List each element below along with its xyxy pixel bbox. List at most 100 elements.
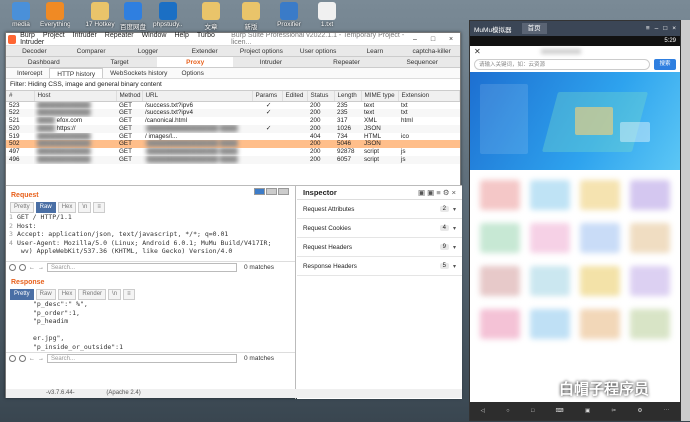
editor-mode-button[interactable]: \n — [78, 202, 92, 213]
desktop-icon[interactable]: Proxifier — [274, 2, 304, 28]
editor-mode-button[interactable]: ≡ — [93, 202, 105, 213]
tab-intruder[interactable]: Intruder — [233, 57, 309, 67]
inspector-row[interactable]: Request Cookies 4 ▾ — [297, 219, 462, 238]
chevron-down-icon[interactable]: ▾ — [453, 225, 456, 232]
tab-learn[interactable]: Learn — [347, 46, 404, 56]
desktop-icon[interactable]: 文章 — [196, 2, 226, 31]
response-search-input[interactable]: Search... — [47, 354, 237, 363]
editor-mode-button[interactable]: Raw — [35, 289, 56, 300]
prev-arrow-icon[interactable]: ← — [29, 356, 35, 362]
editor-mode-button[interactable]: Pretty — [10, 202, 34, 213]
app-grid-item[interactable] — [530, 223, 570, 253]
emulator-tool-icon[interactable]: ◁ — [481, 408, 485, 414]
app-grid-item[interactable] — [480, 180, 520, 210]
split-view-icon[interactable] — [254, 188, 265, 195]
table-row[interactable]: 522 ████████████ GET/success.txt?ipv4 ✓ 200 2… — [6, 109, 460, 118]
tab-proxy[interactable]: Proxy — [157, 57, 234, 67]
tab-dashboard[interactable]: Dashboard — [6, 57, 82, 67]
emulator-tool-icon[interactable]: ⚙ — [637, 408, 642, 414]
app-grid-item[interactable] — [580, 180, 620, 210]
horizontal-view-icon[interactable] — [266, 188, 277, 195]
app-grid-item[interactable] — [530, 180, 570, 210]
tab-user-options[interactable]: User options — [290, 46, 347, 56]
emulator-tool-icon[interactable]: □ — [531, 408, 534, 414]
menu-item[interactable]: Window — [142, 32, 167, 39]
inspector-row[interactable]: Response Headers 5 ▾ — [297, 257, 462, 276]
tab-repeater[interactable]: Repeater — [309, 57, 385, 67]
app-grid-item[interactable] — [580, 266, 620, 296]
desktop-icon[interactable]: 新版 — [236, 2, 266, 31]
table-row[interactable]: 523 ████████████ GET/success.txt?ipv6 ✓ 200 2… — [6, 101, 460, 109]
app-grid-item[interactable] — [630, 223, 670, 253]
table-row[interactable]: 519 ████████████ GET / images/l... 404 734 HTM… — [6, 133, 460, 141]
app-grid-item[interactable] — [480, 223, 520, 253]
subtab-options[interactable]: Options — [174, 68, 210, 78]
subtab-websockets-history[interactable]: WebSockets history — [103, 68, 174, 78]
table-row[interactable]: 520 ████ https://GET/████████████████/███… — [6, 124, 460, 133]
close-icon[interactable]: ✕ — [474, 47, 481, 56]
desktop-icon[interactable]: 百度网盘 — [118, 2, 148, 31]
emulator-tool-icon[interactable]: ○ — [506, 408, 509, 414]
vertical-view-icon[interactable] — [278, 188, 289, 195]
column-header[interactable]: Extension — [398, 91, 460, 102]
close-icon[interactable]: × — [672, 25, 676, 32]
menu-item[interactable]: Intruder — [73, 32, 97, 39]
app-grid-item[interactable] — [530, 266, 570, 296]
tab-captcha-killer[interactable]: captcha-killer — [403, 46, 460, 56]
emulator-tool-icon[interactable]: ✂ — [612, 408, 617, 414]
emulator-tab-home[interactable]: 首页 — [521, 23, 547, 34]
menu-item[interactable]: Repeater — [105, 32, 134, 39]
inspector-layout-icons[interactable]: ▣ ▣ ≡ ⚙ × — [418, 186, 456, 200]
column-header[interactable]: Params — [252, 91, 283, 102]
editor-mode-button[interactable]: Hex — [57, 202, 77, 213]
desktop-icon[interactable]: media — [6, 2, 36, 28]
emulator-tool-icon[interactable]: ⌨ — [556, 408, 564, 414]
column-header[interactable]: Status — [307, 91, 335, 102]
subtab-intercept[interactable]: Intercept — [10, 68, 49, 78]
tab-comparer[interactable]: Comparer — [63, 46, 120, 56]
column-header[interactable]: Length — [334, 91, 362, 102]
prev-arrow-icon[interactable]: ← — [29, 265, 35, 271]
column-header[interactable]: # — [6, 91, 35, 102]
request-search-input[interactable]: Search... — [47, 263, 237, 272]
app-grid-item[interactable]: 50+推荐 — [630, 180, 670, 210]
next-arrow-icon[interactable]: → — [38, 356, 44, 362]
app-grid-item[interactable] — [580, 309, 620, 339]
tab-project-options[interactable]: Project options — [233, 46, 290, 56]
app-grid-item[interactable] — [580, 223, 620, 253]
help-icon[interactable] — [9, 355, 16, 362]
chevron-down-icon[interactable]: ▾ — [453, 206, 456, 213]
tab-decoder[interactable]: Decoder — [6, 46, 63, 56]
tab-sequencer[interactable]: Sequencer — [384, 57, 460, 67]
help-icon[interactable] — [9, 264, 16, 271]
app-banner[interactable] — [470, 72, 680, 170]
table-row[interactable]: 496 ████████████ GET/████████████████/████… — [6, 156, 460, 164]
editor-mode-button[interactable]: Hex — [57, 289, 77, 300]
chevron-down-icon[interactable]: ▾ — [453, 244, 456, 251]
emulator-tool-icon[interactable]: ⋯ — [664, 408, 670, 414]
editor-mode-button[interactable]: ≡ — [123, 289, 135, 300]
desktop-icon[interactable]: 1.txt — [312, 2, 342, 28]
filter-bar[interactable]: Filter: Hiding CSS, image and general bi… — [6, 79, 460, 91]
desktop-icon[interactable]: phpstudy... — [153, 2, 183, 28]
minimize-icon[interactable]: – — [406, 36, 424, 43]
menu-item[interactable]: Burp — [20, 32, 35, 39]
next-arrow-icon[interactable]: → — [38, 265, 44, 271]
app-grid-item[interactable] — [480, 309, 520, 339]
menu-item[interactable]: Project — [43, 32, 65, 39]
request-editor[interactable]: 1 GET / HTTP/1.1 2 Host: 3 Accept: applicatio… — [6, 213, 295, 261]
tab-logger[interactable]: Logger — [120, 46, 177, 56]
menu-icon[interactable]: ≡ — [646, 25, 650, 32]
desktop-icon[interactable]: Everything — [40, 2, 70, 28]
column-header[interactable]: Host — [34, 91, 117, 102]
editor-mode-button[interactable]: \n — [108, 289, 122, 300]
app-search-button[interactable]: 搜索 — [654, 59, 676, 70]
menu-item[interactable]: Help — [174, 32, 188, 39]
settings-icon[interactable] — [19, 264, 26, 271]
table-row[interactable]: 502 ████████████ GET/████████████████/████… — [6, 140, 460, 149]
table-row[interactable]: 521 ████ efox.com GET/canonical.html 200 317… — [6, 117, 460, 125]
close-icon[interactable]: × — [442, 36, 460, 43]
editor-mode-button[interactable]: Raw — [35, 202, 56, 213]
maximize-icon[interactable]: □ — [424, 36, 442, 43]
emulator-tool-icon[interactable]: ▣ — [585, 408, 590, 414]
